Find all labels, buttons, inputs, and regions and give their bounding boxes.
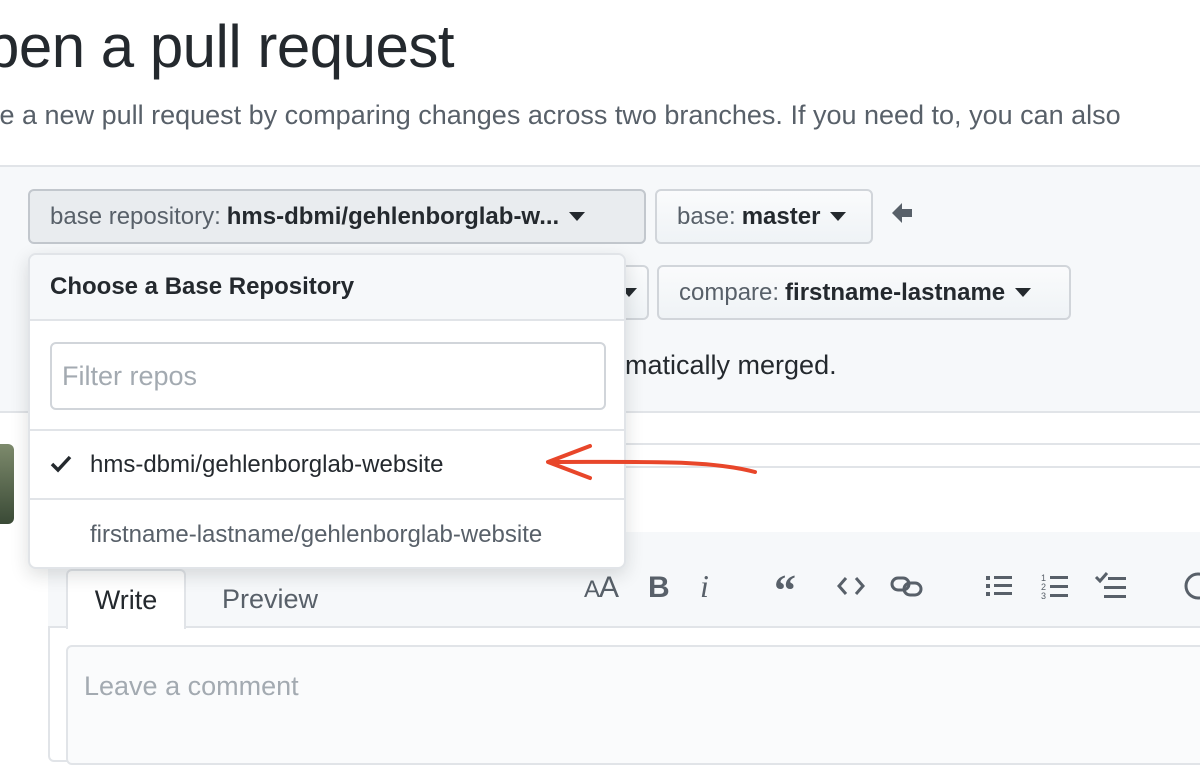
- italic-icon[interactable]: i: [698, 566, 718, 606]
- page-subtitle: te a new pull request by comparing chang…: [0, 100, 1121, 130]
- comment-placeholder: Leave a comment: [84, 671, 299, 701]
- page-title: pen a pull request: [0, 13, 455, 80]
- comment-textarea[interactable]: Leave a comment: [66, 645, 1200, 765]
- compare-branch-button[interactable]: compare: firstname-lastname: [657, 265, 1071, 320]
- task-list-icon[interactable]: [1094, 566, 1128, 606]
- arrow-left-icon: [892, 203, 912, 223]
- svg-text:i: i: [700, 571, 709, 601]
- link-icon[interactable]: [890, 566, 924, 606]
- merge-status-text: omatically merged.: [610, 350, 837, 380]
- chevron-down-icon: [830, 212, 847, 221]
- dropdown-title: Choose a Base Repository: [30, 255, 624, 321]
- base-branch-button[interactable]: base: master: [655, 189, 873, 244]
- compare-branch-value: firstname-lastname: [785, 278, 1006, 306]
- svg-text:“: “: [774, 571, 796, 601]
- svg-text:A: A: [584, 576, 600, 601]
- check-icon: [50, 455, 72, 473]
- text-size-icon[interactable]: AA: [582, 566, 622, 606]
- base-repository-dropdown: Choose a Base Repository hms-dbmi/gehlen…: [28, 253, 626, 569]
- annotation-arrow-icon: [546, 444, 757, 480]
- unordered-list-icon[interactable]: [984, 566, 1014, 606]
- base-repository-value: hms-dbmi/gehlenborglab-w...: [226, 202, 560, 230]
- repo-option[interactable]: firstname-lastname/gehlenborglab-website: [30, 500, 624, 567]
- base-repository-label: base repository:: [50, 202, 221, 230]
- avatar: [0, 444, 14, 524]
- base-branch-label: base:: [677, 202, 736, 230]
- mention-icon[interactable]: [1180, 566, 1200, 606]
- base-branch-value: master: [741, 202, 821, 230]
- compare-branch-label: compare:: [679, 278, 780, 306]
- chevron-down-icon: [569, 212, 586, 221]
- tab-write[interactable]: Write: [66, 569, 186, 629]
- ordered-list-icon[interactable]: 123: [1040, 566, 1070, 606]
- bold-icon[interactable]: B: [646, 566, 672, 606]
- code-icon[interactable]: [836, 566, 866, 606]
- base-repository-button[interactable]: base repository: hms-dbmi/gehlenborglab-…: [28, 189, 646, 244]
- repo-option-label: firstname-lastname/gehlenborglab-website: [90, 520, 543, 548]
- svg-text:3: 3: [1041, 591, 1046, 600]
- dropdown-filter-section: [30, 321, 624, 431]
- repo-option-label: hms-dbmi/gehlenborglab-website: [90, 450, 444, 478]
- filter-repos-input[interactable]: [50, 342, 606, 410]
- svg-text:A: A: [599, 571, 619, 601]
- quote-icon[interactable]: “: [774, 566, 804, 606]
- chevron-down-icon: [1015, 288, 1032, 297]
- tab-preview[interactable]: Preview: [200, 569, 340, 629]
- repo-option-selected[interactable]: hms-dbmi/gehlenborglab-website: [30, 431, 624, 500]
- svg-text:B: B: [648, 571, 670, 601]
